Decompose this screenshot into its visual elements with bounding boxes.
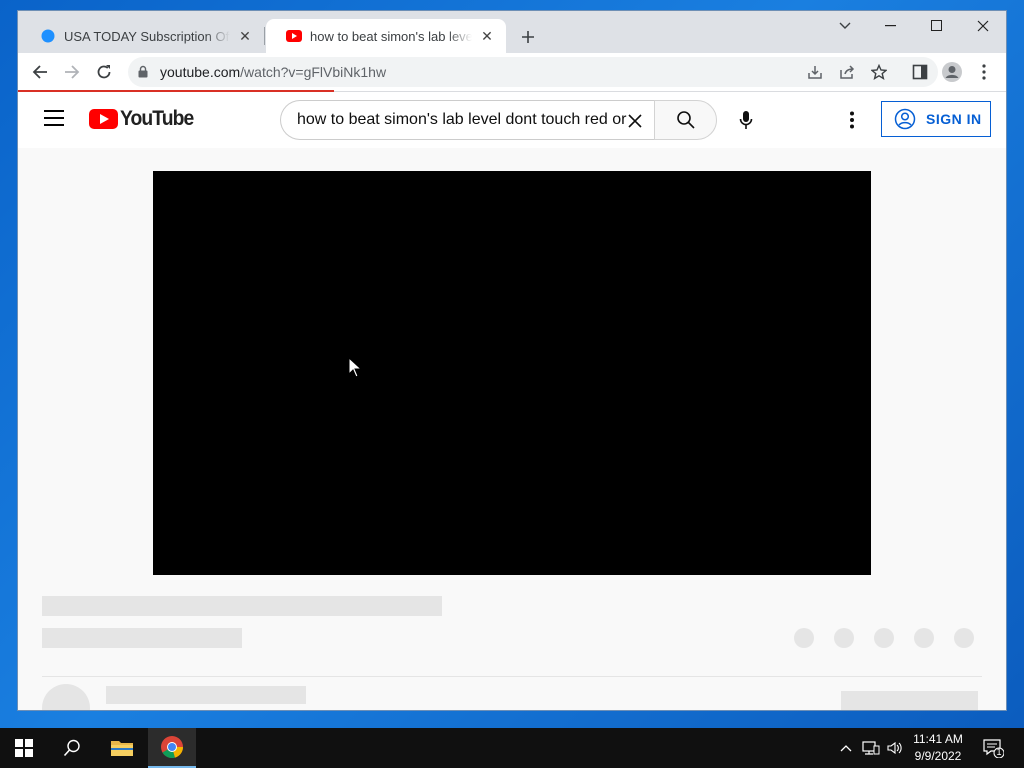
tab-usatoday[interactable]: USA TODAY Subscription Offers, ✕ (20, 19, 264, 53)
browser-window: USA TODAY Subscription Offers, ✕ how to … (17, 10, 1007, 711)
tab-separator (264, 27, 265, 45)
install-app-icon[interactable] (804, 62, 826, 82)
mouse-cursor-icon (348, 357, 362, 378)
search-input[interactable]: how to beat simon's lab level dont touch… (280, 100, 655, 140)
file-explorer-button[interactable] (98, 728, 146, 768)
action-placeholder (874, 628, 894, 648)
folder-icon (111, 741, 133, 756)
tab-strip: USA TODAY Subscription Offers, ✕ how to … (18, 11, 1006, 53)
search-query: how to beat simon's lab level dont touch… (297, 111, 627, 128)
channel-name-placeholder (106, 686, 306, 704)
title-placeholder (42, 596, 442, 616)
youtube-page: YouTube how to beat simon's lab level do… (18, 92, 1006, 710)
clear-search-icon[interactable] (625, 111, 645, 131)
channel-avatar-placeholder (42, 684, 90, 710)
voice-search-button[interactable] (726, 100, 766, 140)
sign-in-label: SIGN IN (926, 111, 982, 127)
profile-avatar-icon[interactable] (940, 60, 964, 84)
action-placeholder (954, 628, 974, 648)
action-center-button[interactable]: 1 (980, 728, 1006, 768)
reload-button[interactable] (92, 60, 116, 84)
tab-title: USA TODAY Subscription Offers, (64, 28, 230, 44)
action-placeholder (834, 628, 854, 648)
notification-count: 1 (996, 747, 1002, 757)
search-icon (676, 111, 695, 129)
tab-youtube[interactable]: how to beat simon's lab level dont touch… (266, 19, 506, 53)
windows-taskbar: 11:41 AM 9/9/2022 1 (0, 728, 1024, 768)
youtube-favicon-icon (286, 28, 302, 44)
show-hidden-icons-button[interactable] (836, 728, 856, 768)
yt-masthead: YouTube how to beat simon's lab level do… (18, 92, 1006, 148)
share-icon[interactable] (836, 62, 858, 82)
windows-logo-icon (15, 739, 33, 757)
tab-search-button[interactable] (822, 11, 868, 41)
chevron-up-icon (840, 745, 852, 752)
network-icon[interactable] (860, 728, 882, 768)
clock-date: 9/9/2022 (914, 749, 962, 763)
chrome-icon (161, 736, 184, 759)
video-player[interactable] (153, 171, 871, 575)
youtube-wordmark: YouTube (120, 107, 194, 130)
chrome-taskbar-button[interactable] (148, 728, 196, 768)
action-placeholder (914, 628, 934, 648)
browser-toolbar: youtube.com/watch?v=gFlVbiNk1hw (18, 53, 1006, 91)
microphone-icon (739, 111, 753, 129)
subtitle-placeholder (42, 628, 242, 648)
close-tab-icon[interactable]: ✕ (236, 27, 254, 45)
address-bar[interactable]: youtube.com/watch?v=gFlVbiNk1hw (128, 57, 938, 87)
side-panel-icon[interactable] (908, 60, 932, 84)
clock-time: 11:41 AM (913, 732, 963, 746)
taskbar-clock[interactable]: 11:41 AM 9/9/2022 (898, 731, 978, 765)
search-button[interactable] (654, 100, 717, 140)
back-button[interactable] (28, 60, 52, 84)
youtube-logo[interactable]: YouTube (89, 107, 200, 131)
search-taskbar-button[interactable] (48, 728, 96, 768)
sign-in-button[interactable]: SIGN IN (881, 101, 991, 137)
bookmark-star-icon[interactable] (868, 62, 890, 82)
tab-title: how to beat simon's lab level dont touch… (310, 28, 472, 44)
close-window-button[interactable] (960, 11, 1006, 41)
subscribe-placeholder (841, 691, 978, 710)
account-icon (894, 108, 916, 130)
youtube-play-icon (89, 109, 118, 129)
start-button[interactable] (0, 728, 48, 768)
lock-icon[interactable] (138, 65, 148, 83)
guide-menu-icon[interactable] (44, 110, 64, 128)
chrome-menu-icon[interactable] (972, 60, 996, 84)
forward-button[interactable] (60, 60, 84, 84)
minimize-button[interactable] (868, 11, 914, 41)
maximize-button[interactable] (914, 11, 960, 41)
close-tab-icon[interactable]: ✕ (478, 27, 496, 45)
new-tab-button[interactable] (516, 25, 540, 49)
search-icon (63, 739, 80, 757)
globe-favicon-icon (40, 28, 56, 44)
section-divider (42, 676, 982, 677)
action-placeholder (794, 628, 814, 648)
settings-menu-icon[interactable] (840, 108, 864, 132)
url-text: youtube.com/watch?v=gFlVbiNk1hw (160, 64, 387, 80)
